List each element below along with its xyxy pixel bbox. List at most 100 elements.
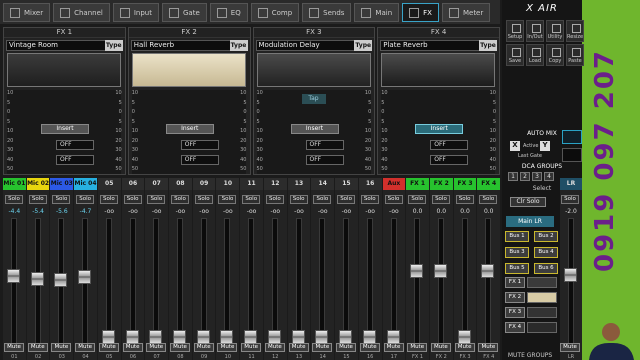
solo-button[interactable]: Solo (384, 195, 403, 204)
solo-button[interactable]: Solo (431, 195, 450, 204)
solo-button[interactable]: Solo (313, 195, 332, 204)
tab-fx[interactable]: FX (402, 3, 439, 22)
fader-knob[interactable] (481, 264, 495, 279)
mute-button[interactable]: Mute (241, 343, 262, 352)
load-button[interactable]: Load (526, 44, 544, 66)
fx-preset-select[interactable]: Plate Reverb (380, 40, 481, 51)
solo-button[interactable]: Solo (171, 195, 190, 204)
fx-rack-panel[interactable] (131, 53, 246, 87)
channel-name[interactable]: 08 (169, 178, 192, 190)
fader-knob[interactable] (410, 264, 424, 279)
channel-name[interactable]: FX 1 (406, 178, 429, 190)
mute-button[interactable]: Mute (478, 343, 499, 352)
fx-off-select-2[interactable]: OFF (180, 155, 219, 165)
solo-button[interactable]: Solo (28, 195, 47, 204)
bus-button-1[interactable]: Bus 1 (505, 231, 529, 242)
channel-name[interactable]: Mic 04 (74, 178, 97, 190)
channel-name[interactable]: 13 (287, 178, 311, 190)
fx-off-select-1[interactable]: OFF (180, 140, 219, 150)
mute-button[interactable]: Mute (193, 343, 214, 352)
copy-button[interactable]: Copy (546, 44, 564, 66)
fx-off-select-1[interactable]: OFF (305, 140, 344, 150)
channel-name[interactable]: 16 (358, 178, 382, 190)
channel-name[interactable]: 10 (216, 178, 240, 190)
channel-name[interactable]: FX 3 (453, 178, 477, 190)
tab-sends[interactable]: Sends (302, 3, 352, 22)
solo-button[interactable]: Solo (99, 195, 118, 204)
solo-button[interactable]: Solo (242, 195, 261, 204)
mute-button[interactable]: Mute (407, 343, 428, 352)
fx-off-select-1[interactable]: OFF (430, 140, 469, 150)
fx-off-select-2[interactable]: OFF (305, 155, 344, 165)
bus-button-3[interactable]: Bus 3 (505, 247, 529, 258)
bus-button-2[interactable]: Bus 2 (534, 231, 558, 242)
fx-preset-select[interactable]: Modulation Delay (255, 40, 356, 51)
fader-knob[interactable] (54, 272, 68, 287)
channel-name[interactable]: 12 (263, 178, 287, 190)
mute-button[interactable]: Mute (383, 343, 404, 352)
channel-name[interactable]: 11 (240, 178, 263, 190)
tab-meter[interactable]: Meter (441, 3, 491, 22)
mute-button[interactable]: Mute (98, 343, 119, 352)
mute-button[interactable]: Mute (430, 343, 451, 352)
mute-button[interactable]: Mute (4, 343, 24, 352)
tab-mixer[interactable]: Mixer (3, 3, 51, 22)
fx-off-select-2[interactable]: OFF (56, 155, 94, 165)
mute-button[interactable]: Mute (170, 343, 191, 352)
channel-name[interactable]: 09 (192, 178, 216, 190)
resize-button[interactable]: Resize (566, 20, 584, 42)
insert-button[interactable]: Insert (165, 124, 214, 134)
solo-button[interactable]: Solo (479, 195, 498, 204)
channel-name[interactable]: 06 (121, 178, 145, 190)
channel-name[interactable]: Aux (382, 178, 406, 190)
tab-input[interactable]: Input (112, 3, 159, 22)
tab-channel[interactable]: Channel (53, 3, 110, 22)
channel-name[interactable]: FX 2 (429, 178, 453, 190)
channel-name[interactable]: 05 (97, 178, 121, 190)
insert-button[interactable]: Insert (415, 124, 464, 134)
lr-solo-button[interactable]: Solo (561, 195, 579, 204)
solo-button[interactable]: Solo (194, 195, 213, 204)
fx-rack-panel[interactable] (381, 53, 496, 87)
mute-button[interactable]: Mute (75, 343, 96, 352)
mute-button[interactable]: Mute (122, 343, 143, 352)
mute-button[interactable]: Mute (264, 343, 285, 352)
insert-button[interactable]: Insert (290, 124, 339, 134)
solo-button[interactable]: Solo (289, 195, 308, 204)
channel-name[interactable]: Mic 03 (50, 178, 74, 190)
lr-mute-button[interactable]: Mute (560, 343, 580, 352)
main-lr-button[interactable]: Main LR (506, 216, 554, 227)
mute-button[interactable]: Mute (146, 343, 167, 352)
dca-button-2[interactable]: 2 (520, 172, 530, 181)
solo-button[interactable]: Solo (147, 195, 166, 204)
tab-eq[interactable]: EQ (209, 3, 248, 22)
fader-knob[interactable] (78, 270, 92, 285)
fx-rack-panel[interactable] (7, 53, 121, 87)
insert-button[interactable]: Insert (41, 124, 89, 134)
paste-button[interactable]: Paste (566, 44, 584, 66)
bus-button-4[interactable]: Bus 4 (534, 247, 558, 258)
utility-button[interactable]: Utility (546, 20, 564, 42)
automix-x-button[interactable]: X (510, 141, 520, 151)
fx-rack-panel[interactable] (256, 53, 371, 87)
channel-name[interactable]: 14 (311, 178, 335, 190)
dca-button-3[interactable]: 3 (532, 172, 542, 181)
automix-y-button[interactable]: Y (540, 141, 550, 151)
fx-send-button-1[interactable]: FX 1 (505, 277, 525, 288)
solo-button[interactable]: Solo (360, 195, 379, 204)
mute-button[interactable]: Mute (312, 343, 333, 352)
fader-knob[interactable] (30, 271, 44, 286)
fx-send-button-4[interactable]: FX 4 (505, 322, 525, 333)
solo-button[interactable]: Solo (337, 195, 356, 204)
lr-fader[interactable] (564, 268, 577, 283)
solo-button[interactable]: Solo (218, 195, 237, 204)
fx-type-button[interactable]: Type (229, 40, 248, 51)
fx-type-button[interactable]: Type (104, 40, 123, 51)
fx-off-select-1[interactable]: OFF (56, 140, 94, 150)
fx-off-select-2[interactable]: OFF (430, 155, 469, 165)
solo-button[interactable]: Solo (123, 195, 142, 204)
solo-button[interactable]: Solo (76, 195, 95, 204)
mute-button[interactable]: Mute (27, 343, 48, 352)
solo-button[interactable]: Solo (265, 195, 284, 204)
tab-main[interactable]: Main (354, 3, 400, 22)
